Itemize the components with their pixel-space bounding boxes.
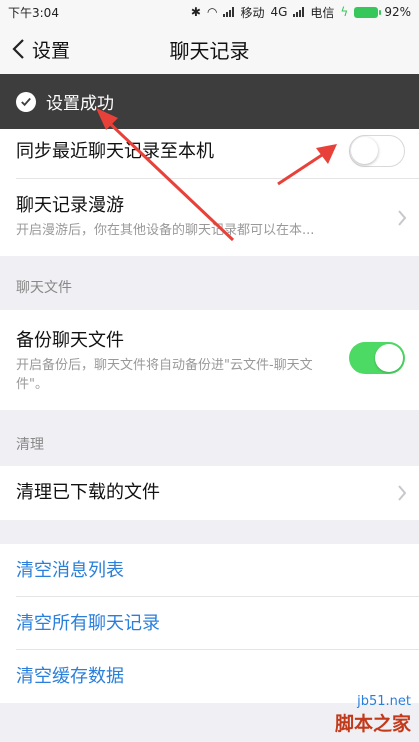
- battery-percent: 92%: [384, 5, 411, 19]
- sync-recent-label: 同步最近聊天记录至本机: [16, 141, 214, 162]
- carrier1-label: 移动: [240, 5, 265, 20]
- clear-message-list-link[interactable]: 清空消息列表: [16, 544, 403, 597]
- roaming-desc: 开启漫游后，你在其他设备的聊天记录都可以在本...: [16, 223, 315, 238]
- wifi-icon: ◠: [206, 5, 218, 19]
- charging-icon: ϟ: [340, 5, 349, 19]
- status-time: 下午3:04: [8, 5, 59, 20]
- status-icons: ✱ ◠ 移动 4G 电信 ϟ 92%: [191, 4, 411, 21]
- watermark-name: 脚本之家: [334, 713, 411, 735]
- backup-row[interactable]: 备份聊天文件 开启备份后，聊天文件将自动备份进"云文件-聊天文件"。: [0, 310, 419, 410]
- success-toast: 设置成功: [0, 74, 419, 129]
- clear-message-list-row[interactable]: 清空消息列表: [0, 544, 419, 597]
- backup-desc: 开启备份后，聊天文件将自动备份进"云文件-聊天文件"。: [16, 358, 313, 392]
- chevron-right-icon: [398, 209, 407, 226]
- backup-label: 备份聊天文件: [16, 330, 124, 351]
- nav-bar: 设置 聊天记录: [0, 24, 419, 74]
- watermark: jb51.net 脚本之家: [335, 694, 411, 736]
- chevron-right-icon: [398, 485, 407, 501]
- network-label: 4G: [270, 5, 288, 19]
- signal-icon-2: [293, 7, 305, 17]
- backup-toggle[interactable]: [349, 342, 405, 374]
- bluetooth-icon: ✱: [190, 5, 201, 19]
- sync-recent-toggle[interactable]: [349, 135, 405, 167]
- watermark-site: jb51.net: [357, 694, 411, 709]
- section-cleanup-label: 清理: [16, 437, 44, 453]
- section-files-label: 聊天文件: [16, 280, 72, 296]
- status-bar: 下午3:04 ✱ ◠ 移动 4G 电信 ϟ 92%: [0, 0, 419, 24]
- roaming-label: 聊天记录漫游: [16, 195, 124, 216]
- clean-downloads-label: 清理已下载的文件: [16, 482, 160, 503]
- clean-downloads-row[interactable]: 清理已下载的文件: [0, 466, 419, 520]
- sync-recent-row[interactable]: 同步最近聊天记录至本机: [0, 129, 419, 179]
- clear-all-records-link[interactable]: 清空所有聊天记录: [16, 597, 403, 650]
- battery-icon: [354, 6, 382, 18]
- toast-text: 设置成功: [46, 94, 114, 114]
- check-icon: [16, 91, 36, 112]
- signal-icon: [223, 7, 235, 17]
- back-button[interactable]: 设置: [10, 24, 70, 74]
- carrier2-label: 电信: [310, 5, 335, 20]
- chevron-left-icon: [12, 39, 24, 59]
- roaming-row[interactable]: 聊天记录漫游 开启漫游后，你在其他设备的聊天记录都可以在本...: [0, 179, 419, 256]
- back-label: 设置: [32, 39, 71, 62]
- clear-all-records-row[interactable]: 清空所有聊天记录: [0, 597, 419, 650]
